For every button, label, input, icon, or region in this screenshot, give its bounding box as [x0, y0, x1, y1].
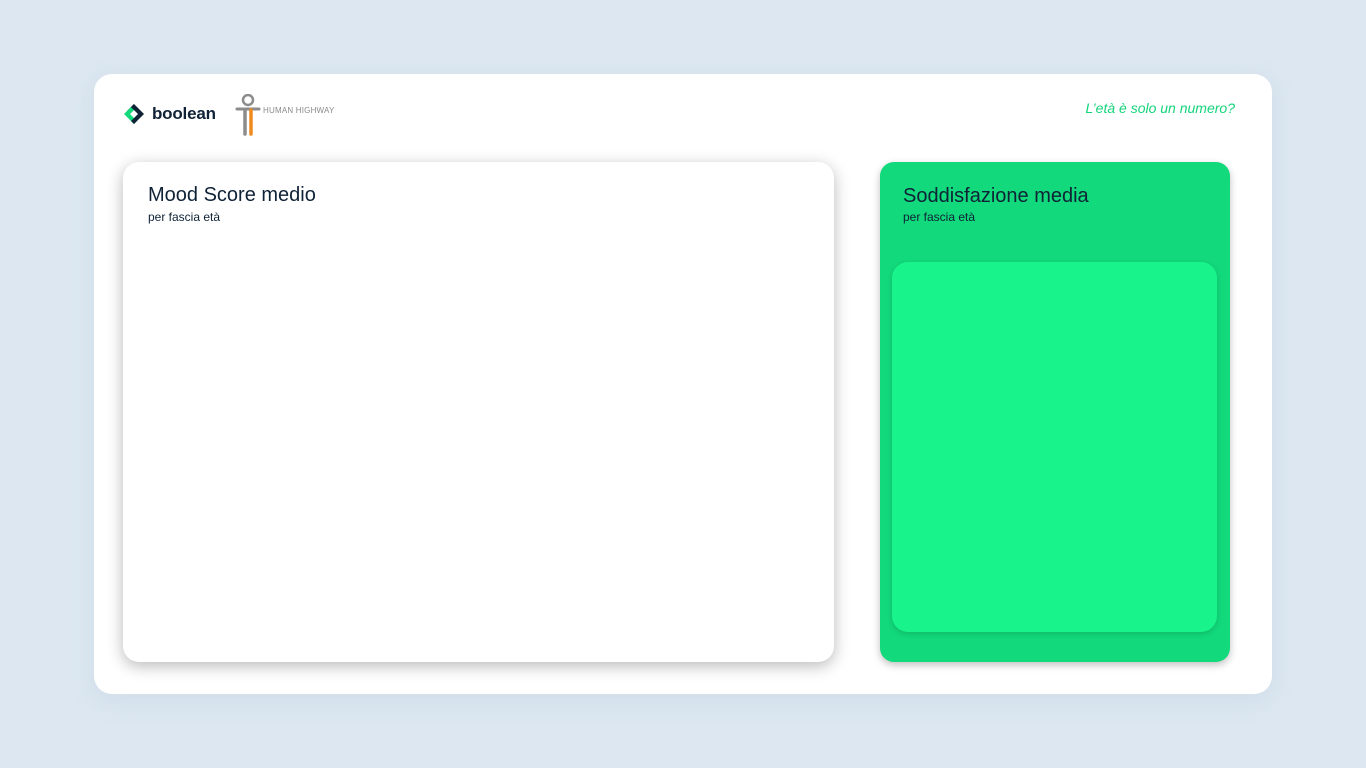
brand-name: boolean	[152, 104, 216, 123]
dashboard-frame: boolean HUMAN HIGHWAY L’età è solo un nu…	[94, 74, 1272, 694]
partner-logo[interactable]: HUMAN HIGHWAY	[235, 93, 335, 136]
mood-score-title: Mood Score medio	[148, 184, 316, 206]
satisfaction-panel	[892, 262, 1217, 632]
mood-score-subtitle: per fascia età	[148, 210, 221, 224]
header: boolean HUMAN HIGHWAY L’età è solo un nu…	[94, 74, 1272, 154]
tagline: L’età è solo un numero?	[1085, 100, 1235, 116]
satisfaction-card: Soddisfazione media per fascia età	[880, 162, 1230, 662]
mood-score-card: Mood Score medio per fascia età	[123, 162, 834, 662]
satisfaction-subtitle: per fascia età	[903, 210, 976, 224]
satisfaction-title: Soddisfazione media	[903, 185, 1089, 207]
boolean-logo-icon	[122, 102, 146, 126]
brand-logo[interactable]: boolean	[122, 102, 216, 126]
partner-name: HUMAN HIGHWAY	[263, 105, 335, 115]
human-highway-logo-icon	[235, 93, 261, 136]
